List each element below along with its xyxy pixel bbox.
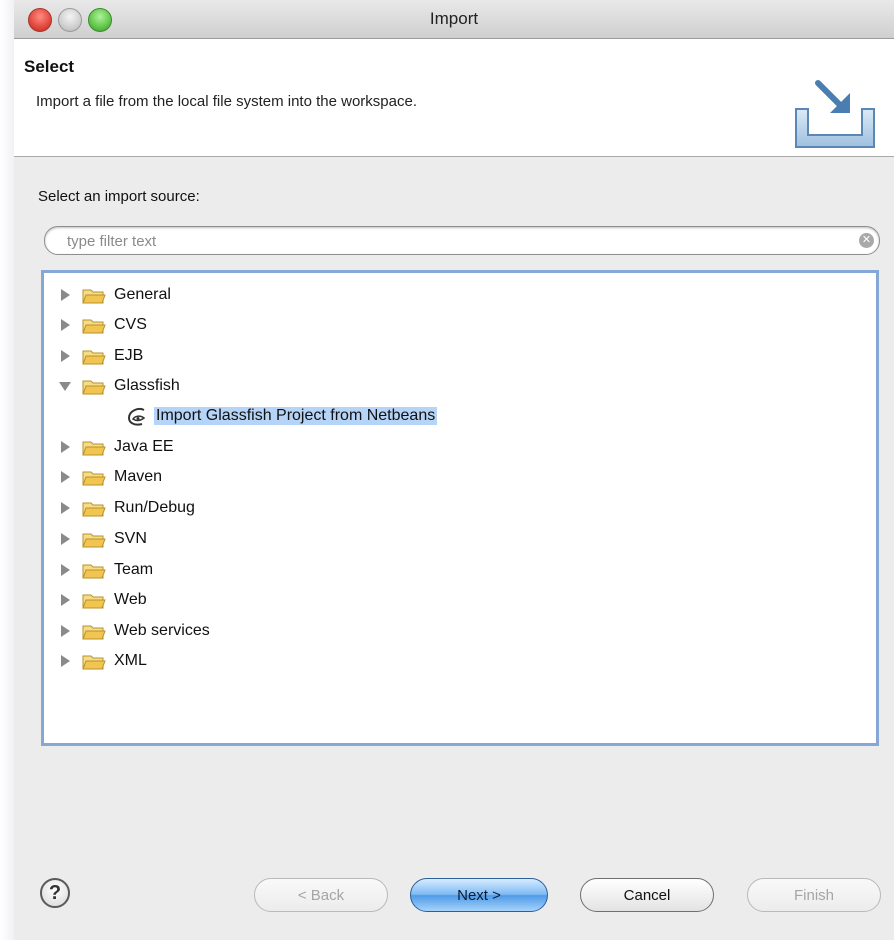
folder-icon	[82, 655, 106, 670]
folder-icon	[82, 380, 106, 395]
tree-item-general[interactable]: General	[44, 281, 876, 310]
expand-arrow-icon[interactable]	[58, 593, 72, 607]
tree-item-label: General	[114, 286, 171, 303]
tree-item-label: Web	[114, 591, 147, 608]
expand-arrow-icon[interactable]	[58, 654, 72, 668]
tree-item-web[interactable]: Web	[44, 586, 876, 615]
tree-item-run-debug[interactable]: Run/Debug	[44, 494, 876, 523]
folder-icon	[82, 289, 106, 304]
tree-item-cvs[interactable]: CVS	[44, 311, 876, 340]
expand-arrow-icon[interactable]	[58, 470, 72, 484]
tree-item-label: EJB	[114, 347, 144, 364]
import-source-tree[interactable]: General CVS EJB Glassfish Import Glassfi…	[41, 270, 879, 746]
tree-item-label: Web services	[114, 622, 210, 639]
import-icon	[795, 80, 875, 148]
collapse-arrow-icon[interactable]	[58, 379, 72, 393]
folder-icon	[82, 564, 106, 579]
tree-item-label: Maven	[114, 468, 163, 485]
folder-icon	[82, 502, 106, 517]
folder-icon	[82, 319, 106, 334]
expand-arrow-icon[interactable]	[58, 440, 72, 454]
tree-item-label: Team	[114, 561, 154, 578]
expand-arrow-icon[interactable]	[58, 288, 72, 302]
clear-filter-icon[interactable]: ✕	[859, 233, 874, 248]
background-edge	[0, 0, 14, 940]
tree-item-import-glassfish-project[interactable]: Import Glassfish Project from Netbeans	[44, 402, 876, 431]
tree-item-maven[interactable]: Maven	[44, 463, 876, 492]
wizard-header: Select Import a file from the local file…	[14, 39, 894, 157]
expand-arrow-icon[interactable]	[58, 349, 72, 363]
back-button[interactable]: < Back	[254, 878, 388, 912]
expand-arrow-icon[interactable]	[58, 624, 72, 638]
tree-item-glassfish[interactable]: Glassfish	[44, 372, 876, 401]
glassfish-icon	[127, 408, 146, 426]
finish-button[interactable]: Finish	[747, 878, 881, 912]
tree-item-label: Run/Debug	[114, 499, 195, 516]
tree-item-label: SVN	[114, 530, 147, 547]
folder-icon	[82, 441, 106, 456]
tree-item-label: XML	[114, 652, 147, 669]
tree-item-ejb[interactable]: EJB	[44, 342, 876, 371]
tree-item-team[interactable]: Team	[44, 556, 876, 585]
window-title: Import	[429, 9, 479, 28]
help-button[interactable]: ?	[40, 878, 70, 908]
folder-icon	[82, 594, 106, 609]
filter-input[interactable]	[65, 230, 859, 252]
page-description: Import a file from the local file system…	[36, 93, 417, 110]
import-source-label: Select an import source:	[38, 188, 200, 205]
tree-item-java-ee[interactable]: Java EE	[44, 433, 876, 462]
tree-item-label: Import Glassfish Project from Netbeans	[154, 407, 438, 425]
tree-item-xml[interactable]: XML	[44, 647, 876, 676]
cancel-button[interactable]: Cancel	[580, 878, 714, 912]
folder-icon	[82, 625, 106, 640]
page-title: Select	[24, 57, 75, 76]
import-dialog: Import Select Import a file from the loc…	[14, 0, 894, 940]
expand-arrow-icon[interactable]	[58, 501, 72, 515]
folder-icon	[82, 533, 106, 548]
tree-item-label: Glassfish	[114, 377, 180, 394]
tree-item-svn[interactable]: SVN	[44, 525, 876, 554]
filter-field: ✕	[44, 226, 880, 255]
folder-icon	[82, 350, 106, 365]
folder-icon	[82, 471, 106, 486]
tree-item-label: CVS	[114, 316, 147, 333]
expand-arrow-icon[interactable]	[58, 532, 72, 546]
next-button[interactable]: Next >	[410, 878, 548, 912]
tree-item-web-services[interactable]: Web services	[44, 617, 876, 646]
expand-arrow-icon[interactable]	[58, 318, 72, 332]
tree-item-label: Java EE	[114, 438, 174, 455]
expand-arrow-icon[interactable]	[58, 563, 72, 577]
title-bar: Import	[14, 0, 894, 39]
